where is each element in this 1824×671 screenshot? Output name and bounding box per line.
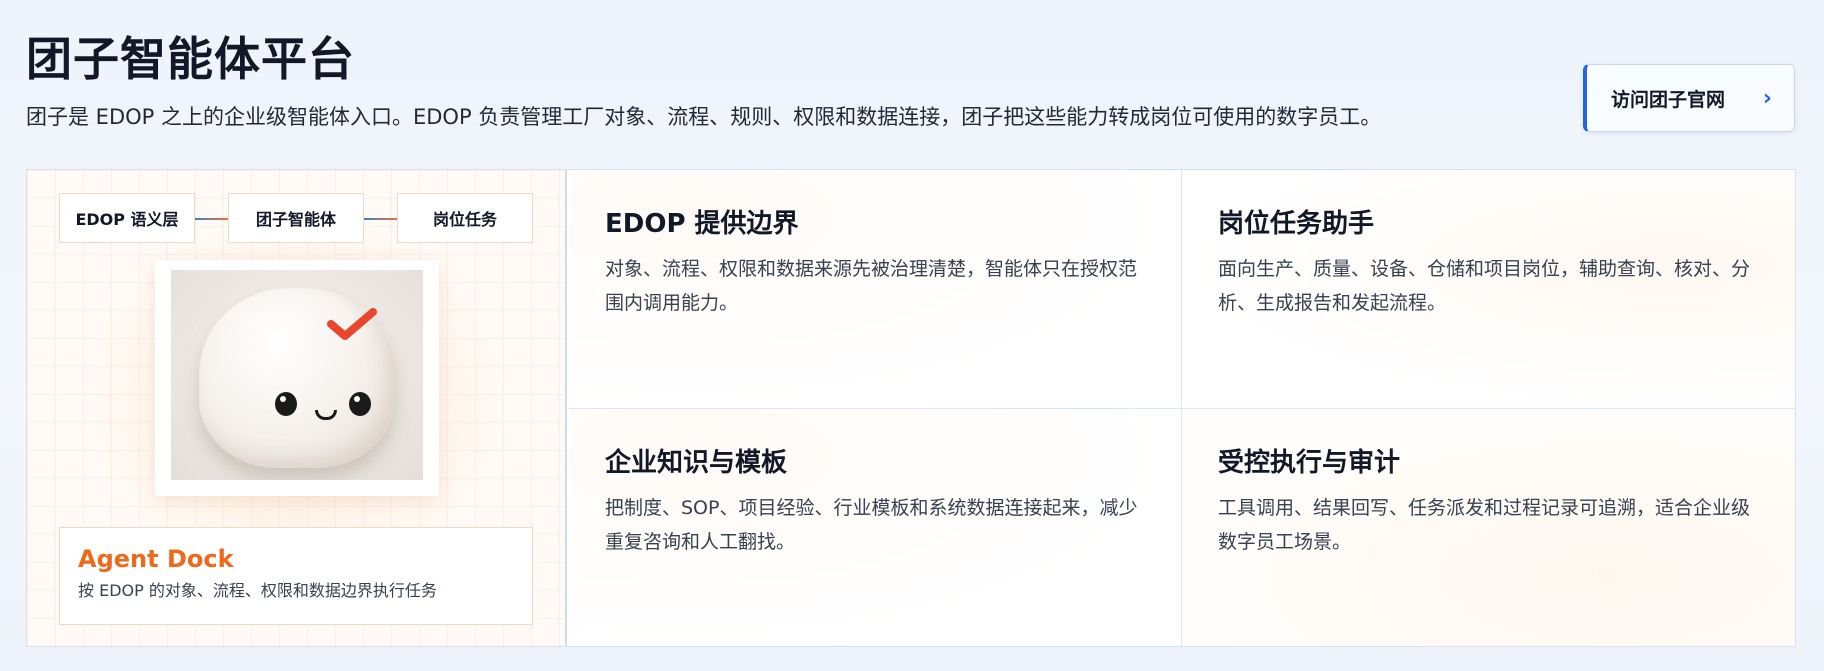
visit-official-site-button[interactable]: 访问团子官网 › bbox=[1583, 64, 1795, 132]
hero-illustration: EDOP 语义层 团子智能体 岗位任务 Agent Dock 按 EDOP 的对… bbox=[27, 170, 567, 646]
feature-description: 对象、流程、权限和数据来源先被治理清楚，智能体只在授权范围内调用能力。 bbox=[605, 258, 1138, 314]
page-title: 团子智能体平台 bbox=[26, 32, 355, 86]
feature-description: 把制度、SOP、项目经验、行业模板和系统数据连接起来，减少重复咨询和人工翻找。 bbox=[605, 497, 1138, 553]
feature-description: 面向生产、质量、设备、仓储和项目岗位，辅助查询、核对、分析、生成报告和发起流程。 bbox=[1218, 258, 1751, 314]
feature-card-knowledge-templates: 企业知识与模板 把制度、SOP、项目经验、行业模板和系统数据连接起来，减少重复咨… bbox=[569, 409, 1182, 646]
feature-title: 企业知识与模板 bbox=[605, 448, 788, 478]
page-header: 团子智能体平台 团子是 EDOP 之上的企业级智能体入口。EDOP 负责管理工厂… bbox=[26, 28, 1526, 132]
visit-button-label: 访问团子官网 bbox=[1611, 88, 1726, 111]
flow-connector bbox=[364, 218, 397, 220]
feature-title: EDOP 提供边界 bbox=[605, 209, 799, 239]
feature-card-controlled-audit: 受控执行与审计 工具调用、结果回写、任务派发和过程记录可追溯，适合企业级数字员工… bbox=[1182, 409, 1795, 646]
feature-title: 岗位任务助手 bbox=[1218, 209, 1375, 239]
mascot-eye-right bbox=[349, 392, 371, 416]
flow-step-edop-semantic: EDOP 语义层 bbox=[59, 193, 195, 243]
mascot-photo bbox=[155, 260, 439, 496]
page-subtitle: 团子是 EDOP 之上的企业级智能体入口。EDOP 负责管理工厂对象、流程、规则… bbox=[26, 105, 1382, 129]
mascot-mouth bbox=[315, 410, 337, 420]
flow-step-tuanzi-agent: 团子智能体 bbox=[228, 193, 364, 243]
checkmark-icon bbox=[327, 308, 377, 340]
agent-dock-title: Agent Dock bbox=[78, 545, 234, 573]
feature-grid: EDOP 提供边界 对象、流程、权限和数据来源先被治理清楚，智能体只在授权范围内… bbox=[569, 170, 1795, 646]
feature-description: 工具调用、结果回写、任务派发和过程记录可追溯，适合企业级数字员工场景。 bbox=[1218, 497, 1751, 553]
mascot-image bbox=[171, 270, 423, 480]
agent-dock-description: 按 EDOP 的对象、流程、权限和数据边界执行任务 bbox=[78, 581, 437, 600]
flow-connector bbox=[195, 218, 228, 220]
agent-dock-card: Agent Dock 按 EDOP 的对象、流程、权限和数据边界执行任务 bbox=[59, 527, 533, 625]
feature-card-job-assistant: 岗位任务助手 面向生产、质量、设备、仓储和项目岗位，辅助查询、核对、分析、生成报… bbox=[1182, 170, 1795, 409]
page: 团子智能体平台 团子是 EDOP 之上的企业级智能体入口。EDOP 负责管理工厂… bbox=[0, 0, 1824, 671]
feature-panel: EDOP 语义层 团子智能体 岗位任务 Agent Dock 按 EDOP 的对… bbox=[26, 169, 1796, 647]
feature-title: 受控执行与审计 bbox=[1218, 448, 1401, 478]
feature-card-edop-boundary: EDOP 提供边界 对象、流程、权限和数据来源先被治理清楚，智能体只在授权范围内… bbox=[569, 170, 1182, 409]
mascot-eye-left bbox=[275, 392, 297, 416]
mascot-body bbox=[199, 288, 395, 468]
flow-step-job-task: 岗位任务 bbox=[397, 193, 533, 243]
chevron-right-icon: › bbox=[1762, 85, 1772, 111]
